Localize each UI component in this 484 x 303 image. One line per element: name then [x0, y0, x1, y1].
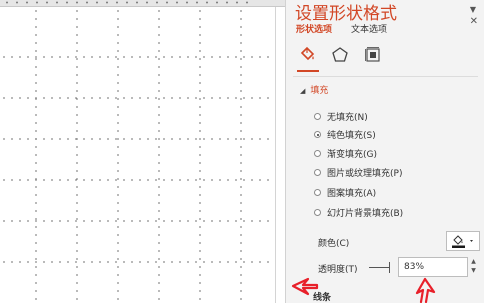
- gridline: [158, 7, 160, 303]
- radio-solid-fill[interactable]: 纯色填充(S): [314, 128, 376, 141]
- gridline: [117, 7, 119, 303]
- radio-label: 渐变填充(G): [327, 150, 377, 160]
- divider: [293, 76, 478, 77]
- gridline: [0, 138, 275, 140]
- gridline: [35, 7, 37, 303]
- gridline: [0, 220, 275, 222]
- radio-label: 幻灯片背景填充(B): [327, 209, 404, 219]
- radio-circle: [314, 150, 321, 157]
- gridline: [0, 97, 275, 99]
- radio-label: 无填充(N): [327, 113, 368, 123]
- radio-circle: [314, 113, 321, 120]
- pane-options-caret-icon[interactable]: ▼: [470, 5, 476, 14]
- radio-circle: [314, 189, 321, 196]
- gridline: [76, 7, 78, 303]
- close-icon[interactable]: ✕: [470, 16, 478, 27]
- gridline: [0, 56, 275, 58]
- gridline: [0, 179, 275, 181]
- color-label: 颜色(C): [318, 239, 350, 249]
- transparency-slider-track[interactable]: [369, 267, 390, 268]
- active-icon-underline: [297, 70, 319, 72]
- fill-line-icon[interactable]: [296, 44, 318, 66]
- effects-pentagon-icon[interactable]: [329, 44, 351, 66]
- annotation-arrow-up: [415, 277, 436, 303]
- fill-color-button[interactable]: [446, 231, 480, 251]
- spin-down-icon[interactable]: ▼: [467, 266, 480, 275]
- transparency-slider-thumb[interactable]: [389, 262, 390, 273]
- radio-circle: [314, 209, 321, 216]
- radio-circle-selected: [314, 131, 321, 138]
- tab-text-options[interactable]: 文本选项: [351, 22, 387, 35]
- fill-section-header[interactable]: ◢ 填充: [300, 83, 328, 96]
- tab-shape-options[interactable]: 形状选项: [296, 22, 332, 35]
- radio-gradient-fill[interactable]: 渐变填充(G): [314, 147, 377, 160]
- transparency-label: 透明度(T): [318, 265, 358, 275]
- annotation-arrow-left: [291, 277, 319, 296]
- slide-canvas-area: [0, 0, 285, 303]
- pane-title: 设置形状格式: [295, 4, 397, 24]
- gridline: [240, 7, 242, 303]
- radio-label: 纯色填充(S): [327, 131, 376, 141]
- slide[interactable]: [0, 7, 276, 303]
- gridline: [199, 7, 201, 303]
- size-properties-icon[interactable]: [362, 44, 384, 66]
- collapse-triangle-icon: ◢: [300, 87, 306, 95]
- radio-circle: [314, 169, 321, 176]
- transparency-spinner[interactable]: ▲ ▼: [467, 257, 480, 277]
- radio-picture-texture-fill[interactable]: 图片或纹理填充(P): [314, 166, 402, 179]
- ruler-strip: [0, 0, 285, 7]
- transparency-input[interactable]: 83%: [398, 257, 468, 277]
- spin-up-icon[interactable]: ▲: [467, 257, 480, 266]
- fill-section-title: 填充: [310, 86, 329, 96]
- radio-pattern-fill[interactable]: 图案填充(A): [314, 186, 376, 199]
- radio-slide-background-fill[interactable]: 幻灯片背景填充(B): [314, 206, 403, 219]
- radio-label: 图片或纹理填充(P): [327, 169, 403, 179]
- radio-label: 图案填充(A): [327, 189, 377, 199]
- gridline: [0, 261, 275, 263]
- radio-no-fill[interactable]: 无填充(N): [314, 110, 368, 123]
